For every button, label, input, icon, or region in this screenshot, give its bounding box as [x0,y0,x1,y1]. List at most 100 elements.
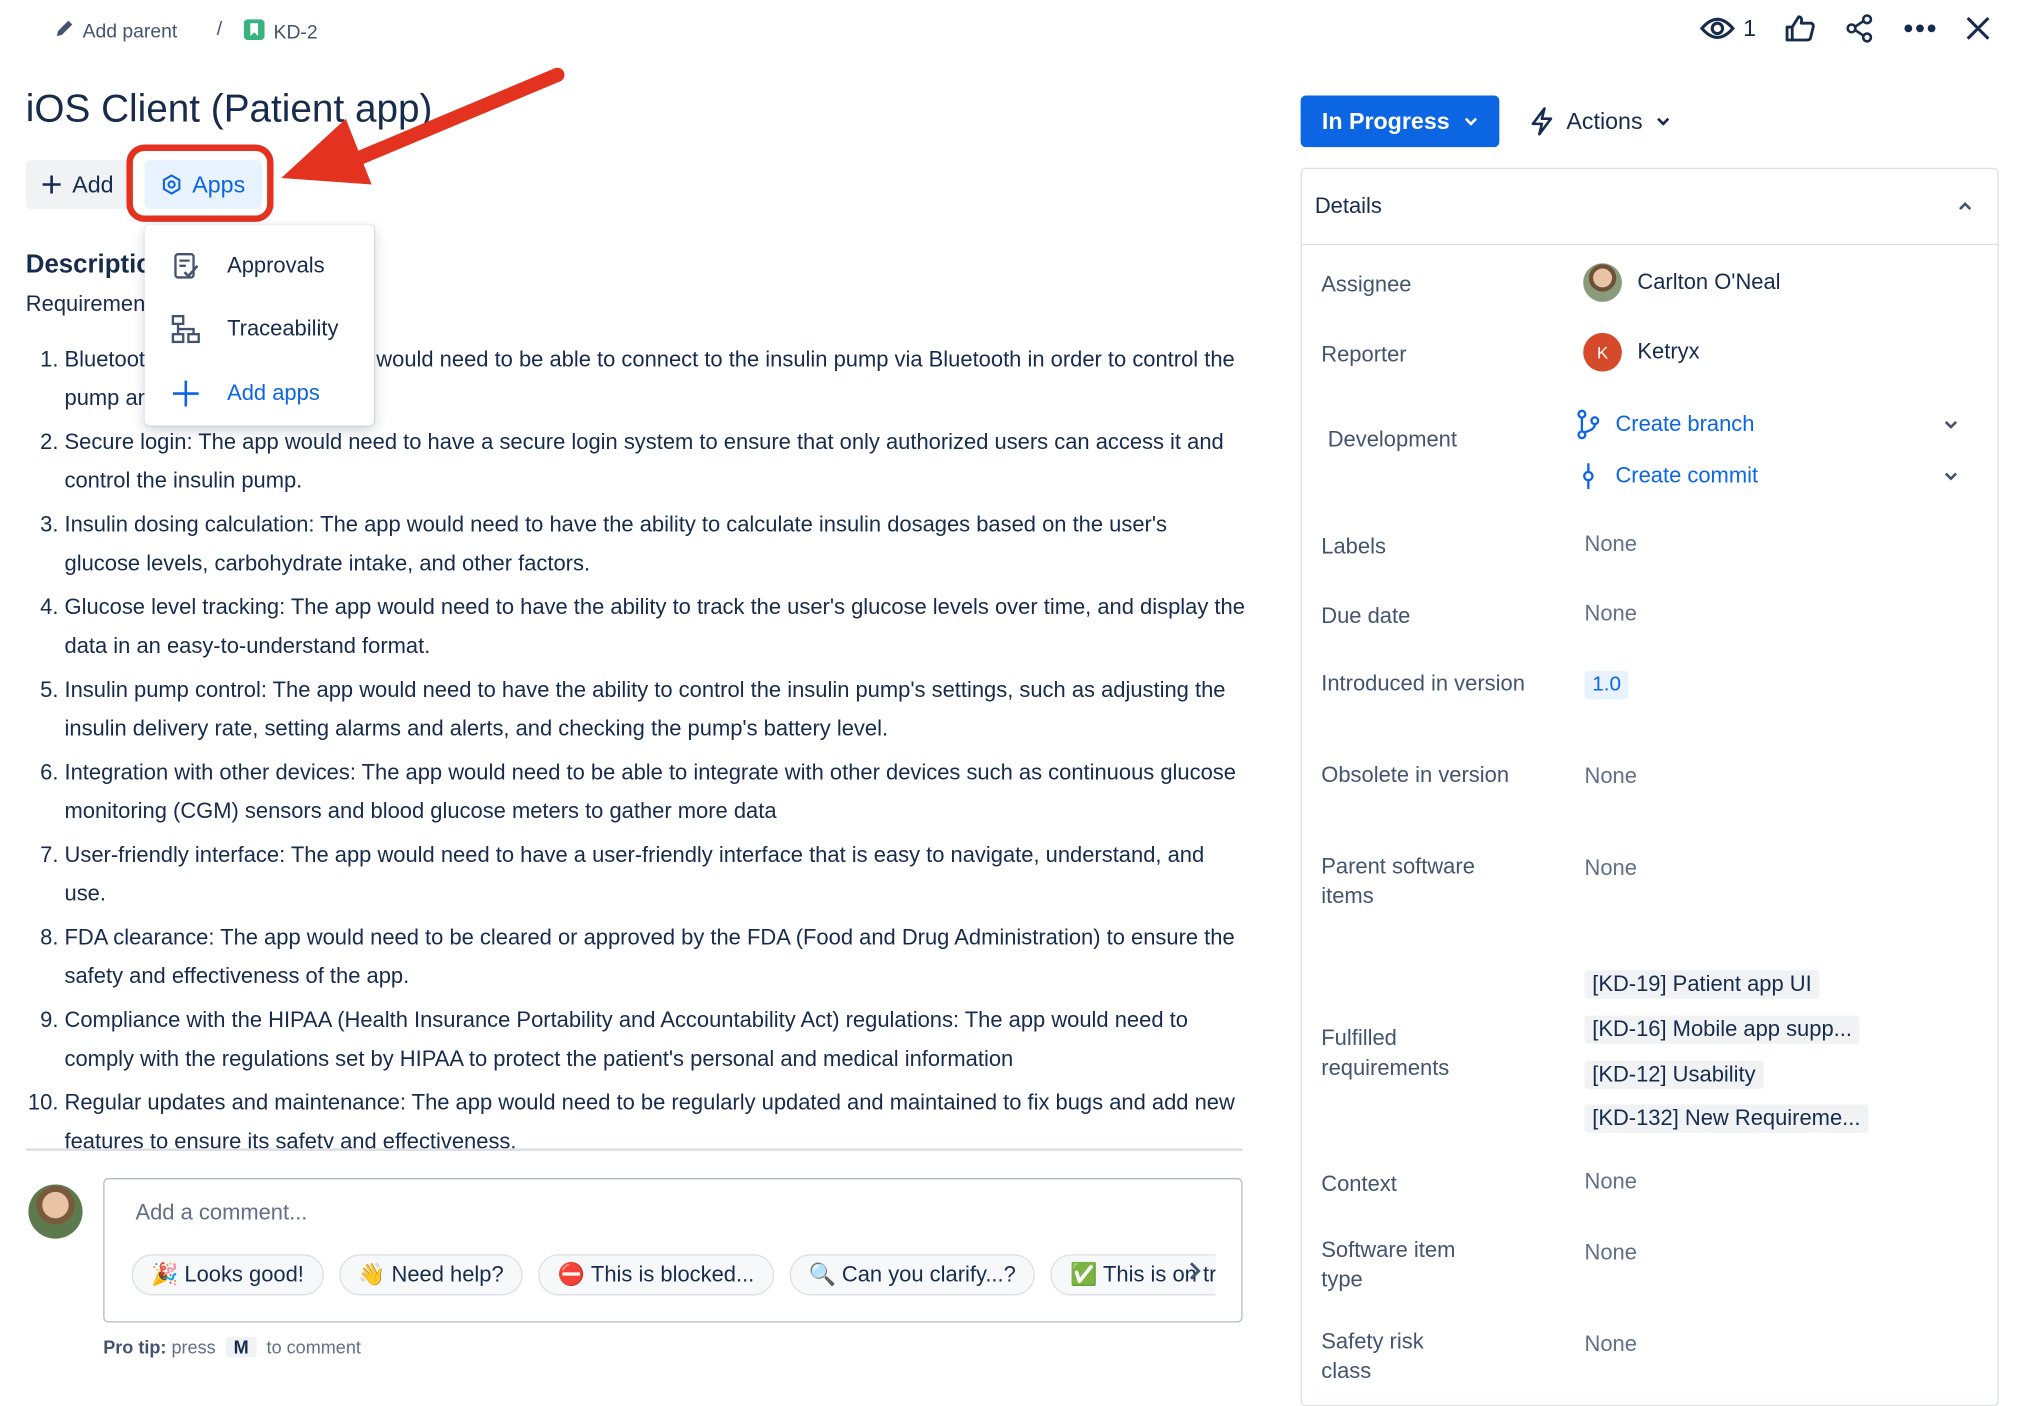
chevron-down-icon[interactable] [1943,471,1958,481]
add-parent-label: Add parent [82,19,178,42]
share-icon [1846,14,1873,43]
add-parent-link[interactable]: Add parent [54,18,177,44]
list-item: Insulin dosing calculation: The app woul… [65,506,1246,582]
assignee-label: Assignee [1321,272,1412,297]
menu-item-add-apps[interactable]: Add apps [145,363,375,425]
chevron-down-icon [1464,117,1477,126]
requirement-tag[interactable]: [KD-12] Usability [1584,1060,1764,1090]
details-header[interactable]: Details [1300,168,1999,246]
branch-icon [1577,409,1600,440]
description-divider [25,1148,1243,1151]
story-icon [243,18,266,46]
plus-icon [42,175,61,194]
menu-item-label: Add apps [227,380,320,406]
obsolete-in-version-value[interactable]: None [1584,764,1636,790]
create-branch-link[interactable]: Create branch [1577,409,1959,440]
assignee-field[interactable]: Carlton O'Neal [1583,263,1781,302]
plus-icon [145,379,228,407]
status-label: In Progress [1321,107,1450,134]
apps-button-label: Apps [192,170,246,197]
pencil-icon [54,18,75,44]
list-item: Regular updates and maintenance: The app… [65,1084,1246,1148]
chevron-up-icon [1959,201,1972,210]
actions-dropdown[interactable]: Actions [1530,95,1671,147]
menu-item-approvals[interactable]: Approvals [145,235,375,297]
pro-tip-label: Pro tip: [103,1336,167,1358]
requirement-tag[interactable]: [KD-19] Patient app UI [1584,970,1820,999]
reporter-field[interactable]: K Ketryx [1583,332,1700,372]
safety-risk-class-label: Safety risk class [1321,1329,1424,1384]
share-button[interactable] [1844,13,1875,44]
labels-value[interactable]: None [1584,532,1636,558]
context-label: Context [1321,1171,1397,1197]
menu-item-label: Traceability [227,316,339,341]
pro-tip-key: M [225,1336,257,1358]
comment-placeholder: Add a comment... [135,1199,308,1225]
quick-reply-chips: 🎉 Looks good! 👋 Need help? ⛔ This is blo… [131,1254,1216,1296]
pro-tip-rest: to comment [266,1336,361,1358]
details-heading: Details [1314,192,1382,218]
more-actions-button[interactable] [1903,23,1937,33]
issue-top-actions: 1 [1699,13,1991,44]
avatar [1583,263,1622,302]
description-intro: Requirements [25,291,163,317]
issue-key-label: KD-2 [273,21,318,44]
create-commit-link[interactable]: Create commit [1577,461,1959,492]
approvals-icon [145,252,228,280]
list-item: Secure login: The app would need to have… [65,423,1246,499]
close-button[interactable] [1965,15,1991,41]
software-item-type-value[interactable]: None [1584,1240,1636,1266]
menu-item-label: Approvals [227,252,325,278]
safety-risk-class-value[interactable]: None [1584,1332,1636,1358]
traceability-icon [145,314,228,345]
quick-reply-chip[interactable]: ⛔ This is blocked... [538,1254,774,1296]
commit-icon [1583,463,1594,490]
requirements-list[interactable]: Bluetooth connectivity: The app would ne… [0,341,1246,1148]
create-commit-label: Create commit [1615,463,1759,488]
introduced-version-lozenge[interactable]: 1.0 [1584,670,1629,700]
pro-tip-press: press [171,1336,216,1358]
reporter-value: Ketryx [1637,339,1700,364]
chevron-right-icon [1189,1262,1201,1280]
reporter-label: Reporter [1321,341,1407,367]
requirement-tag[interactable]: [KD-132] New Requireme... [1584,1104,1869,1133]
chevron-down-icon [1657,117,1670,126]
list-item: User-friendly interface: The app would n… [65,836,1246,912]
create-branch-label: Create branch [1615,411,1755,437]
watch-button[interactable]: 1 [1699,15,1756,42]
chips-next-button[interactable] [1187,1259,1202,1289]
software-item-type-label: Software item type [1321,1237,1456,1292]
list-item: Compliance with the HIPAA (Health Insura… [65,1001,1246,1077]
thumbs-up-icon [1785,15,1815,42]
labels-label: Labels [1321,534,1386,559]
fulfilled-requirements-label: Fulfilled requirements [1321,1025,1450,1080]
context-value[interactable]: None [1584,1169,1636,1195]
due-date-value[interactable]: None [1584,601,1636,627]
quick-reply-chip[interactable]: 🎉 Looks good! [131,1254,324,1296]
add-button[interactable]: Add [25,159,130,210]
assignee-value: Carlton O'Neal [1637,269,1781,295]
development-label: Development [1327,427,1457,452]
like-button[interactable] [1784,14,1815,42]
issue-key-link[interactable]: KD-2 [243,18,318,46]
status-dropdown[interactable]: In Progress [1300,95,1500,148]
list-item: FDA clearance: The app would need to be … [65,919,1246,995]
apps-button[interactable]: Apps [144,159,262,210]
breadcrumb-separator: / [216,18,223,40]
pro-tip: Pro tip: press M to comment [103,1336,361,1358]
apps-icon [162,174,181,195]
add-button-label: Add [72,170,114,197]
list-item: Insulin pump control: The app would need… [65,671,1246,747]
annotation-arrow [281,67,565,185]
menu-item-traceability[interactable]: Traceability [145,298,375,360]
chevron-down-icon[interactable] [1943,419,1958,429]
eye-icon [1699,17,1735,39]
more-icon [1904,24,1936,33]
quick-reply-chip[interactable]: 🔍 Can you clarify...? [789,1254,1036,1296]
quick-reply-chip[interactable]: 👋 Need help? [338,1254,524,1296]
avatar: K [1583,332,1622,372]
lightning-icon [1531,107,1553,136]
requirement-tag[interactable]: [KD-16] Mobile app supp... [1584,1015,1860,1044]
current-user-avatar [28,1184,83,1239]
parent-software-items-value[interactable]: None [1584,855,1636,881]
